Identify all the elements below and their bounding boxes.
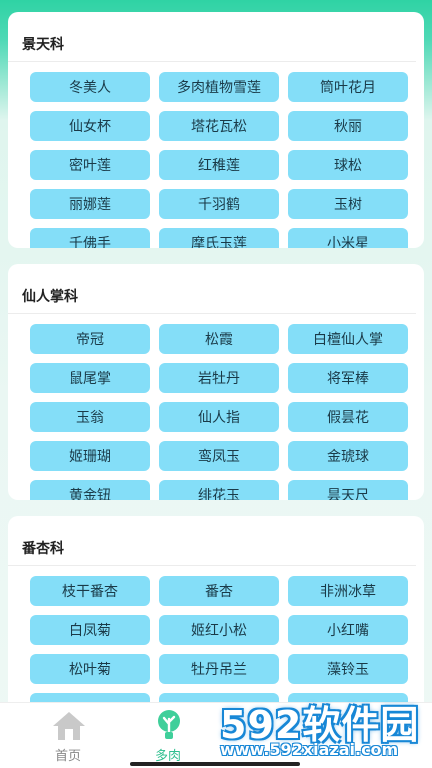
succulent-item[interactable]: 岩牡丹 [159, 363, 279, 393]
watermark-logo: 592软件园 www.592xiazai.com [212, 690, 432, 768]
succulent-item[interactable]: 绯花玉 [159, 480, 279, 500]
succulent-item[interactable]: 仙人指 [159, 402, 279, 432]
succulent-item[interactable]: 牡丹吊兰 [159, 654, 279, 684]
succulent-item[interactable]: 多肉植物雪莲 [159, 72, 279, 102]
succulent-item[interactable]: 姬珊瑚 [30, 441, 150, 471]
succulent-item[interactable]: 冬美人 [30, 72, 150, 102]
succulent-item[interactable]: 密叶莲 [30, 150, 150, 180]
watermark-url: www.592xiazai.com [220, 740, 399, 759]
section-title: 番杏科 [8, 516, 416, 566]
succulent-item[interactable]: 将军棒 [288, 363, 408, 393]
succulent-item[interactable]: 摩氏玉莲 [159, 228, 279, 248]
plant-icon [158, 710, 180, 739]
content-scroll[interactable]: 景天科 冬美人 多肉植物雪莲 筒叶花月仙女杯 塔花瓦松 秋丽密叶莲 红稚莲 球松丽娜莲 千羽鹤… [0, 0, 432, 702]
succulent-item[interactable]: 白檀仙人掌 [288, 324, 408, 354]
tab-succulent[interactable]: 多肉 [128, 703, 208, 768]
succulent-item[interactable]: 金琥球 [288, 441, 408, 471]
section-title: 景天科 [8, 12, 416, 62]
succulent-item[interactable]: 帝冠 [30, 324, 150, 354]
succulent-item[interactable]: 藻铃玉 [288, 654, 408, 684]
succulent-item[interactable]: 千羽鹤 [159, 189, 279, 219]
section-card-fanxing: 番杏科 枝干番杏 番杏 非洲冰草白凤菊 姬红小松 小红嘴松叶菊 牡丹吊兰 藻铃玉 [8, 516, 424, 702]
succulent-item[interactable]: 非洲冰草 [288, 576, 408, 606]
succulent-item[interactable] [30, 693, 150, 702]
succulent-item[interactable]: 姬红小松 [159, 615, 279, 645]
succulent-item[interactable]: 小米星 [288, 228, 408, 248]
succulent-item[interactable]: 枝干番杏 [30, 576, 150, 606]
section-card-xianrenzhang: 仙人掌科 帝冠 松霞 白檀仙人掌鼠尾掌 岩牡丹 将军棒玉翁 仙人指 假昙花姬珊瑚 鸾凤玉 金琥球… [8, 264, 424, 500]
succulent-item[interactable]: 黄金钮 [30, 480, 150, 500]
succulent-item[interactable]: 小红嘴 [288, 615, 408, 645]
succulent-item[interactable]: 玉翁 [30, 402, 150, 432]
succulent-item[interactable]: 白凤菊 [30, 615, 150, 645]
succulent-item[interactable]: 仙女杯 [30, 111, 150, 141]
tab-home[interactable]: 首页 [28, 703, 108, 768]
succulent-item[interactable]: 红稚莲 [159, 150, 279, 180]
succulent-item[interactable]: 秋丽 [288, 111, 408, 141]
succulent-item[interactable]: 假昙花 [288, 402, 408, 432]
succulent-item[interactable]: 筒叶花月 [288, 72, 408, 102]
succulent-item[interactable]: 鼠尾掌 [30, 363, 150, 393]
succulent-item[interactable]: 塔花瓦松 [159, 111, 279, 141]
succulent-item[interactable]: 丽娜莲 [30, 189, 150, 219]
succulent-item[interactable]: 球松 [288, 150, 408, 180]
section-title: 仙人掌科 [8, 264, 416, 314]
succulent-item[interactable]: 昙天尺 [288, 480, 408, 500]
section-card-jingtian: 景天科 冬美人 多肉植物雪莲 筒叶花月仙女杯 塔花瓦松 秋丽密叶莲 红稚莲 球松丽娜莲 千羽鹤… [8, 12, 424, 248]
succulent-item[interactable]: 鸾凤玉 [159, 441, 279, 471]
succulent-item[interactable]: 玉树 [288, 189, 408, 219]
succulent-item[interactable]: 千佛手 [30, 228, 150, 248]
succulent-item[interactable]: 松霞 [159, 324, 279, 354]
tab-home-label: 首页 [54, 749, 81, 764]
succulent-item[interactable]: 松叶菊 [30, 654, 150, 684]
home-icon [53, 712, 85, 740]
succulent-item[interactable]: 番杏 [159, 576, 279, 606]
